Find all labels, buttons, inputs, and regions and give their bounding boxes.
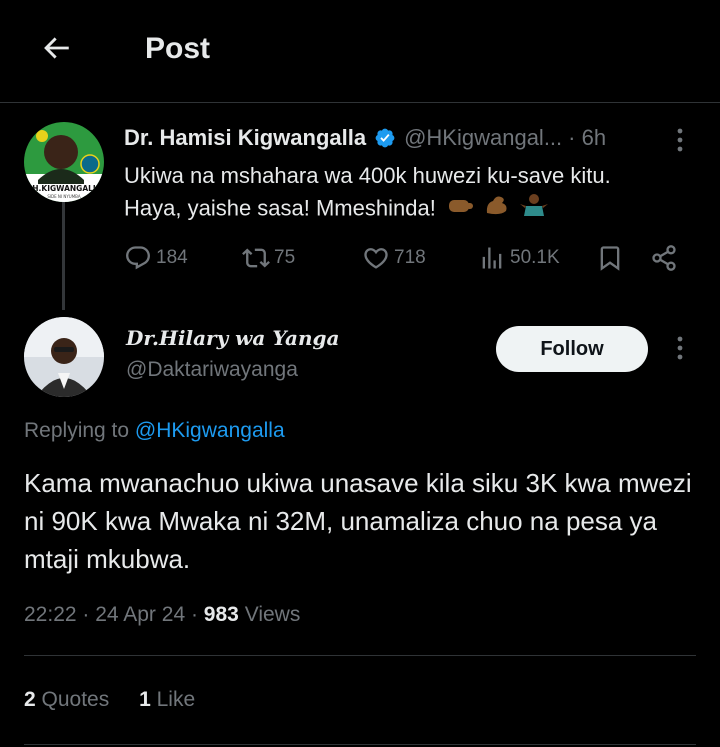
repost-count: 75 (274, 247, 296, 268)
parent-tweet-actions: 184 75 718 50.1K (124, 240, 684, 276)
like-count: 718 (394, 247, 426, 268)
page-title: Post (145, 32, 211, 65)
person-shrugging-emoji-icon (520, 192, 549, 227)
bookmark-icon (600, 246, 620, 271)
post-timestamp[interactable]: 22:22 · 24 Apr 24 · (24, 603, 198, 626)
fist-emoji-icon (446, 194, 474, 226)
likes-label: Like (156, 688, 196, 711)
flexed-biceps-emoji-icon (484, 193, 510, 226)
arrow-left-icon (44, 37, 69, 59)
back-button[interactable] (38, 30, 74, 66)
post-time: · 6h (568, 125, 607, 150)
divider (24, 655, 696, 656)
parent-tweet-line-2: Haya, yaishe sasa! Mmeshinda! (124, 192, 684, 227)
engagement-stats: 2 Quotes 1 Like (24, 688, 219, 712)
reply-button[interactable]: 184 (124, 240, 188, 276)
divider-bottom (24, 744, 696, 745)
parent-tweet-header: Dr. Hamisi Kigwangalla @HKigwangal... · … (124, 124, 696, 152)
top-bar: Post (0, 0, 720, 103)
quotes-count: 2 (24, 688, 36, 711)
views-label: Views (244, 603, 301, 626)
views-button[interactable]: 50.1K (478, 240, 560, 276)
reply-author-avatar[interactable] (24, 317, 104, 397)
reply-more-options-icon[interactable] (670, 334, 690, 362)
likes-count: 1 (139, 688, 151, 711)
replying-to: Replying to @HKigwangalla (24, 419, 285, 442)
share-button[interactable] (650, 240, 682, 276)
author-handle[interactable]: @HKigwangal... (404, 125, 562, 151)
author-avatar[interactable]: H.KIGWANGALI SIDE NI NYUMBA (24, 122, 104, 202)
more-options-icon[interactable] (670, 126, 690, 154)
parent-tweet-text: Ukiwa na mshahara wa 400k huwezi ku-save… (124, 160, 684, 227)
quotes-label: Quotes (41, 688, 110, 711)
parent-tweet: Dr. Hamisi Kigwangalla @HKigwangal... · … (124, 124, 696, 227)
reply-author-name[interactable]: Dr.Hilary wa Yanga (126, 326, 340, 350)
repost-button[interactable]: 75 (242, 240, 295, 276)
views-count: 50.1K (510, 247, 560, 268)
quotes-link[interactable]: 2 Quotes (24, 688, 109, 711)
bookmark-button[interactable] (596, 240, 628, 276)
heart-icon (364, 248, 388, 269)
author-name[interactable]: Dr. Hamisi Kigwangalla (124, 125, 366, 151)
post-metadata: 22:22 · 24 Apr 24 · 983 Views (24, 603, 300, 627)
reply-tweet-text: Kama mwanachuo ukiwa unasave kila siku 3… (24, 468, 692, 574)
like-button[interactable]: 718 (362, 240, 426, 276)
follow-button[interactable]: Follow (496, 326, 648, 372)
share-icon (652, 245, 676, 271)
verified-badge-icon (374, 127, 396, 149)
reply-author-handle[interactable]: @Daktariwayanga (126, 358, 298, 382)
parent-tweet-line-1: Ukiwa na mshahara wa 400k huwezi ku-save… (124, 163, 611, 188)
likes-link[interactable]: 1 Like (139, 688, 195, 711)
views-count-value: 983 (203, 603, 239, 626)
reply-count: 184 (156, 247, 188, 268)
svg-text:SIDE NI NYUMBA: SIDE NI NYUMBA (47, 194, 81, 199)
analytics-icon (482, 247, 502, 269)
svg-text:H.KIGWANGALI: H.KIGWANGALI (32, 184, 96, 193)
thread-connector-line (62, 198, 65, 310)
reply-icon (126, 246, 150, 270)
replying-to-mention-link[interactable]: @HKigwangalla (135, 419, 285, 442)
repost-icon (242, 248, 270, 268)
